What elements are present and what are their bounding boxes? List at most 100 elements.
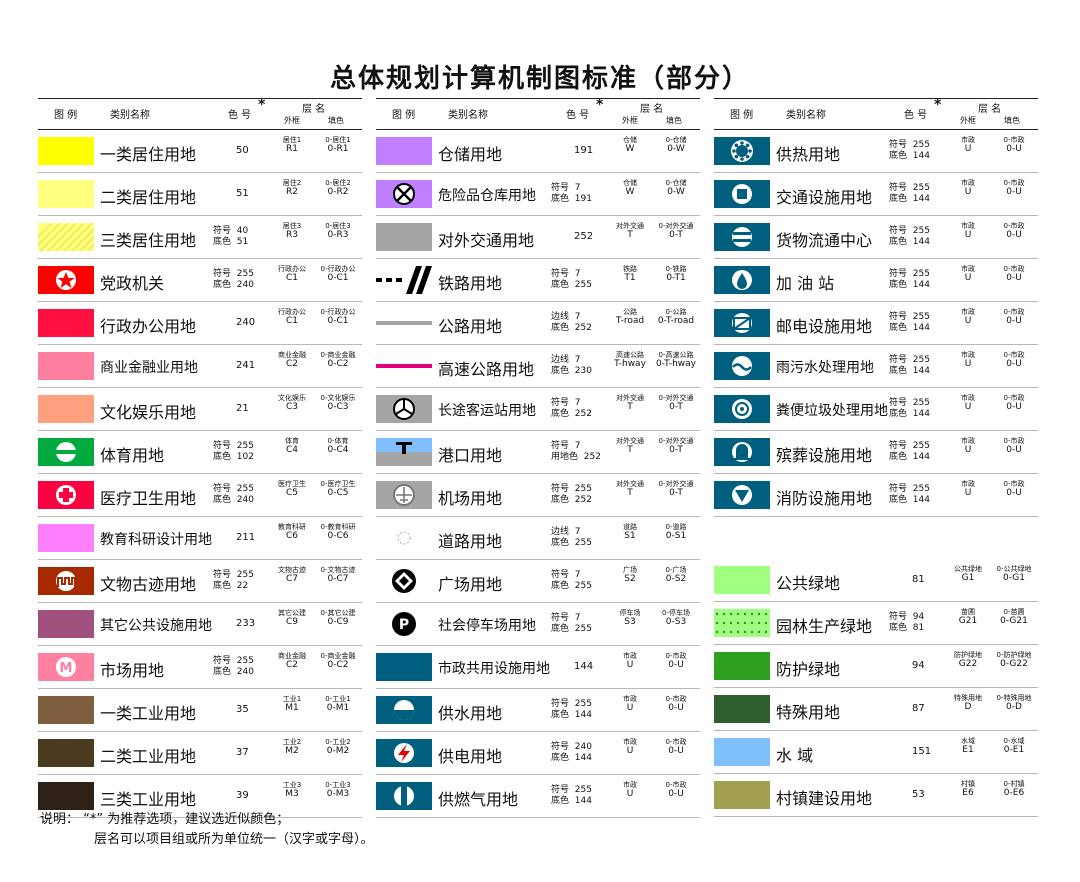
- layer-outer: 市政 U: [946, 437, 990, 456]
- legend-row: 港口用地 符号 7 用地色 252 对外交通 T 0-对外交通 0-T: [376, 431, 700, 474]
- layer-outer: 教育科研 C6: [270, 523, 314, 542]
- category-name: 水 域: [776, 746, 814, 765]
- layer-outer-code: U: [964, 402, 972, 412]
- layer-outer-code: S3: [624, 617, 636, 627]
- layer-outer-code: U: [964, 144, 972, 154]
- base-value: 255: [574, 280, 592, 290]
- category-name: 三类居住用地: [100, 231, 197, 250]
- layer-fill-code: 0-C9: [327, 617, 349, 627]
- post-envelope-icon: [714, 309, 770, 337]
- light-green-swatch: [714, 566, 770, 594]
- layer-fill-cn: 0-市政: [665, 652, 687, 660]
- layer-fill: 0-工业1 0-M1: [316, 695, 360, 714]
- color-code-pair: 符号 255 底色 22: [213, 570, 254, 592]
- base-label: 底色: [551, 624, 570, 634]
- category-name: 加 油 站: [776, 274, 835, 293]
- header-name: 类别名称: [110, 110, 150, 121]
- color-code-pair: 边线 7 底色 230: [551, 355, 592, 377]
- base-value: 144: [574, 796, 592, 806]
- layer-outer-cn: 市政: [623, 652, 637, 660]
- layer-outer: 道路 S1: [608, 523, 652, 542]
- symbol-value: 7: [574, 398, 581, 408]
- layer-fill-cn: 0-市政: [1003, 308, 1025, 316]
- base-label: 底色: [213, 237, 232, 247]
- category-name: 道路用地: [438, 532, 503, 551]
- header-code: 色 号: [904, 110, 928, 121]
- symbol-label: 符号: [889, 226, 908, 236]
- layer-fill-cn: 0-广场: [665, 566, 687, 574]
- symbol-value: 94: [912, 612, 925, 622]
- layer-outer: 居住3 R3: [270, 222, 314, 241]
- plaza-diamond-icon: [376, 567, 432, 595]
- layer-fill: 0-市政 0-U: [992, 437, 1036, 456]
- base-value: 144: [912, 237, 930, 247]
- road-line-icon: [376, 309, 432, 337]
- layer-fill-code: 0-T: [669, 230, 683, 240]
- category-name: 市场用地: [100, 661, 165, 680]
- sports-circle-icon: [38, 438, 94, 466]
- color-code: 51: [236, 188, 249, 199]
- layer-fill-cn: 0-对外交通: [658, 222, 694, 230]
- layer-outer-code: G21: [958, 616, 978, 626]
- layer-fill: 0-商业金融 0-C2: [316, 351, 360, 370]
- symbol-label: 符号: [889, 484, 908, 494]
- base-label: 底色: [551, 323, 570, 333]
- gray-swatch: [376, 223, 432, 251]
- legend-row: 特殊用地 87 特殊用地 D 0-特殊用地 0-D: [714, 688, 1038, 731]
- layer-outer: 文物古迹 C7: [270, 566, 314, 585]
- layer-outer-cn: 教育科研: [278, 523, 306, 531]
- layer-fill-code: 0-U: [668, 746, 684, 756]
- layer-outer: 铁路 T1: [608, 265, 652, 284]
- legend-row: 货物流通中心 符号 255 底色 144 市政 U 0-市政 0-U: [714, 216, 1038, 259]
- layer-fill-code: 0-S2: [665, 574, 687, 584]
- layer-fill-cn: 0-市政: [1003, 222, 1025, 230]
- legend-row: 铁路用地 符号 7 底色 255 铁路 T1 0-铁路 0-T1: [376, 259, 700, 302]
- layer-fill-cn: 0-防护绿地: [996, 651, 1032, 659]
- base-label: 底色: [213, 452, 232, 462]
- layer-fill-code: 0-M2: [326, 746, 350, 756]
- layer-fill-code: 0-U: [1006, 359, 1022, 369]
- color-code-pair: 符号 255 底色 144: [889, 312, 930, 334]
- symbol-value: 7: [574, 183, 581, 193]
- header-legend: 图 例: [730, 110, 754, 121]
- layer-outer-code: W: [625, 144, 635, 154]
- layer-fill: 0-仓储 0-W: [654, 136, 698, 155]
- symbol-label: 符号: [889, 441, 908, 451]
- layer-fill: 0-市政 0-U: [992, 222, 1036, 241]
- symbol-label: 符号: [551, 269, 570, 279]
- category-name: 文化娱乐用地: [100, 403, 197, 422]
- layer-fill-code: 0-D: [1006, 702, 1022, 712]
- base-value: 102: [236, 452, 254, 462]
- base-label: 底色: [213, 667, 232, 677]
- legend-row: 机场用地 符号 255 底色 252 对外交通 T 0-对外交通 0-T: [376, 474, 700, 517]
- base-value: 144: [912, 409, 930, 419]
- category-name: 殡葬设施用地: [776, 446, 873, 465]
- layer-outer: 市政 U: [608, 695, 652, 714]
- base-label: 底色: [213, 495, 232, 505]
- symbol-value: 255: [912, 398, 930, 408]
- layer-outer: 高速公路 T-hway: [608, 351, 652, 370]
- category-name: 粪便垃圾处理用地: [776, 403, 888, 419]
- layer-outer-cn: 市政: [961, 222, 975, 230]
- column-header: 图 例 类别名称 色 号 * 层 名 外框 填色: [38, 97, 362, 130]
- category-name: 高速公路用地: [438, 360, 535, 379]
- layer-outer-cn: 苗圃: [961, 608, 975, 616]
- legend-row: 三类居住用地 符号 40 底色 51 居住3 R3 0-居住3 0-R3: [38, 216, 362, 259]
- legend-row: 仓储用地 191 仓储 W 0-仓储 0-W: [376, 130, 700, 173]
- color-code-pair: 符号 255 底色 144: [889, 441, 930, 463]
- symbol-value: 255: [912, 312, 930, 322]
- layer-fill-cn: 0-对外交通: [658, 437, 694, 445]
- legend-row: 长途客运站用地 符号 7 底色 252 对外交通 T 0-对外交通 0-T: [376, 388, 700, 431]
- layer-outer-code: G22: [958, 659, 978, 669]
- layer-fill-cn: 0-对外交通: [658, 394, 694, 402]
- waste-icon: [714, 395, 770, 423]
- color-code-pair: 符号 255 底色 252: [551, 484, 592, 506]
- color-code: 211: [236, 532, 256, 543]
- layer-fill-code: 0-C2: [327, 359, 349, 369]
- layer-fill: 0-公路 0-T-road: [654, 308, 698, 327]
- category-name: 园林生产绿地: [776, 617, 873, 636]
- teal-swatch: [376, 653, 432, 681]
- symbol-label: 符号: [551, 183, 570, 193]
- symbol-label: 符号: [551, 613, 570, 623]
- base-label: 底色: [889, 323, 908, 333]
